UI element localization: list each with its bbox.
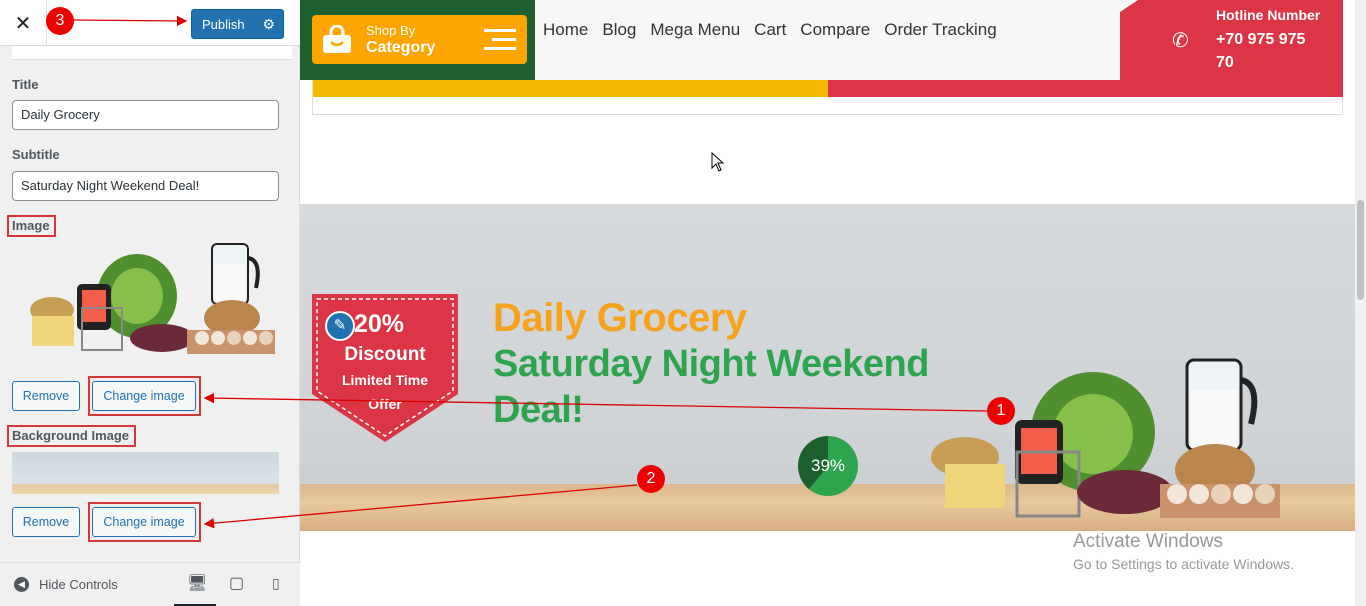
sidebar-footer: ◀ Hide Controls 🖥 ▢ ▯: [0, 562, 300, 606]
watermark-line-1: Activate Windows: [1073, 531, 1223, 552]
shop-by-category-button[interactable]: Shop By Category: [312, 15, 527, 64]
discount-badge: ✎ 20% Discount Limited Time Offer: [312, 294, 458, 444]
mobile-preview-icon[interactable]: ▯: [272, 575, 280, 592]
phone-icon: ✆: [1172, 30, 1189, 52]
annotation-marker-3: 3: [46, 7, 74, 35]
site-preview: Shop By Category Home Blog Mega Menu Car…: [300, 0, 1366, 606]
scrollbar-thumb[interactable]: [1357, 200, 1364, 300]
category-block: Shop By Category: [300, 0, 535, 80]
main-menu: Home Blog Mega Menu Cart Compare Order T…: [543, 20, 997, 40]
shopping-bag-icon: [323, 25, 351, 53]
menu-item-mega-menu[interactable]: Mega Menu: [650, 20, 740, 40]
hotline-number[interactable]: +70 975 975 70: [1216, 28, 1326, 74]
site-header: Shop By Category Home Blog Mega Menu Car…: [300, 0, 1343, 80]
sidebar-section-divider: [12, 46, 292, 60]
background-image-thumbnail: [12, 452, 279, 494]
menu-item-blog[interactable]: Blog: [602, 20, 636, 40]
mouse-cursor-icon: [711, 151, 725, 177]
hero-banner: ✎ 20% Discount Limited Time Offer Daily …: [300, 204, 1355, 531]
close-icon[interactable]: ✕: [0, 0, 47, 46]
desktop-preview-icon[interactable]: 🖥: [187, 573, 207, 593]
badge-discount: Discount: [344, 344, 426, 365]
category-label: Category: [366, 39, 436, 56]
promo-strip-red: [828, 80, 1343, 97]
customizer-window: ✕ Publish ⚙ Title Daily Grocery Subtitle…: [0, 0, 1366, 606]
tablet-preview-icon[interactable]: ▢: [229, 573, 244, 593]
hotline-slant: [1120, 0, 1150, 80]
gear-icon[interactable]: ⚙: [262, 16, 275, 33]
progress-label: 39%: [810, 456, 846, 475]
banner-title: Daily Grocery: [493, 296, 747, 340]
hamburger-icon: [484, 29, 516, 50]
collapse-arrow-icon: ◀: [14, 577, 29, 592]
subtitle-label: Subtitle: [12, 147, 60, 162]
grocery-illustration: [931, 358, 1280, 518]
annotation-marker-2: 2: [637, 465, 665, 493]
hide-controls-label: Hide Controls: [39, 577, 118, 592]
title-input[interactable]: Daily Grocery: [12, 100, 279, 130]
title-label: Title: [12, 77, 39, 92]
image-label: Image: [12, 218, 50, 233]
subtitle-input[interactable]: Saturday Night Weekend Deal!: [12, 171, 279, 201]
promo-strip-yellow: [313, 80, 828, 97]
shop-by-label: Shop By: [366, 23, 416, 38]
menu-item-home[interactable]: Home: [543, 20, 588, 40]
remove-background-button[interactable]: Remove: [12, 507, 80, 537]
hide-controls-button[interactable]: ◀ Hide Controls: [14, 577, 118, 592]
remove-image-button[interactable]: Remove: [12, 381, 80, 411]
product-image-thumbnail: [30, 243, 275, 354]
publish-label: Publish: [202, 16, 245, 32]
hotline-title: Hotline Number: [1216, 7, 1321, 23]
preview-scrollbar[interactable]: [1355, 0, 1366, 606]
badge-percent: 20%: [354, 310, 405, 338]
hotline-block: ✆ Hotline Number +70 975 975 70: [1120, 0, 1343, 80]
menu-item-order-tracking[interactable]: Order Tracking: [884, 20, 996, 40]
annotation-marker-1: 1: [987, 397, 1015, 425]
background-image-label: Background Image: [12, 428, 130, 443]
windows-activation-watermark: Activate Windows Go to Settings to activ…: [1073, 531, 1294, 572]
badge-limited-time: Limited Time: [341, 372, 429, 388]
change-image-button[interactable]: Change image: [92, 381, 196, 411]
customizer-sidebar: ✕ Publish ⚙ Title Daily Grocery Subtitle…: [0, 0, 300, 606]
change-background-button[interactable]: Change image: [92, 507, 196, 537]
menu-item-cart[interactable]: Cart: [754, 20, 786, 40]
publish-button[interactable]: Publish ⚙: [191, 9, 284, 39]
sidebar-header: ✕ Publish ⚙: [0, 0, 300, 46]
menu-item-compare[interactable]: Compare: [800, 20, 870, 40]
watermark-line-2: Go to Settings to activate Windows.: [1073, 556, 1294, 572]
badge-offer: Offer: [368, 396, 402, 412]
pencil-edit-icon[interactable]: ✎: [325, 311, 355, 341]
